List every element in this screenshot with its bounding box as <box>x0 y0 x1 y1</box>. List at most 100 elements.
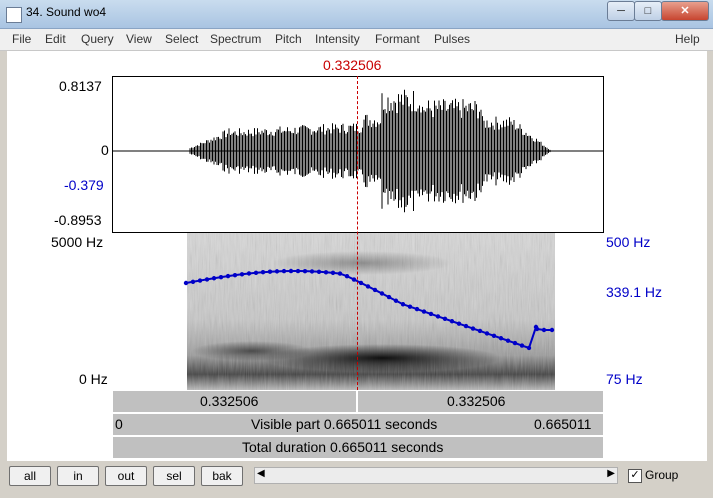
pitch-point <box>470 326 476 331</box>
pitch-point <box>218 274 224 280</box>
waveform-pane[interactable] <box>112 76 604 233</box>
pitch-point <box>281 268 287 274</box>
all-button[interactable]: all <box>9 466 51 486</box>
horizontal-scrollbar[interactable]: ◀ ▶ <box>254 467 618 484</box>
pitch-point <box>400 302 406 307</box>
pitch-point <box>197 278 203 283</box>
menu-bar: File Edit Query View Select Spectrum Pit… <box>0 29 713 51</box>
menu-view[interactable]: View <box>126 32 152 46</box>
pitch-point <box>519 343 525 348</box>
pitch-point <box>484 331 490 336</box>
pitch-point <box>505 338 511 343</box>
window-title: 34. Sound wo4 <box>26 5 107 19</box>
pitch-point <box>477 328 483 334</box>
menu-pulses[interactable]: Pulses <box>434 32 470 46</box>
menu-query[interactable]: Query <box>81 32 114 46</box>
pitch-point <box>435 314 441 319</box>
pitch-point <box>491 333 497 339</box>
pitch-point <box>246 271 252 276</box>
waveform-zero-label: 0 <box>101 142 109 158</box>
app-icon <box>6 7 22 23</box>
pitch-point <box>534 326 540 332</box>
cursor-line <box>357 76 358 390</box>
pitch-point <box>498 336 504 341</box>
cursor-time-label: 0.332506 <box>323 57 382 73</box>
waveform-cursor-value-label: -0.379 <box>64 177 104 193</box>
sound-editor[interactable]: 0.332506 0.8137 0 -0.379 -0.8953 5000 Hz… <box>7 51 707 461</box>
menu-file[interactable]: File <box>12 32 31 46</box>
pitch-point <box>232 272 238 278</box>
time-bar-right[interactable]: 0.332506 <box>357 390 604 413</box>
pitch-min-label: 75 Hz <box>606 371 643 387</box>
pitch-point <box>526 345 532 351</box>
pitch-point <box>407 304 413 309</box>
scroll-right-icon[interactable]: ▶ <box>607 468 615 479</box>
pitch-point <box>442 316 448 322</box>
menu-spectrum[interactable]: Spectrum <box>210 32 261 46</box>
pitch-point <box>323 270 329 275</box>
title-bar: 34. Sound wo4 ─ □ ✕ <box>0 0 713 29</box>
time-bar-left[interactable]: 0.332506 <box>112 390 357 413</box>
pitch-point <box>351 277 357 282</box>
zoom-selection-button[interactable]: sel <box>153 466 195 486</box>
pitch-point <box>309 269 315 274</box>
maximize-button[interactable]: □ <box>634 1 662 21</box>
visible-part-bar[interactable]: 0 Visible part 0.665011 seconds 0.665011 <box>112 413 604 436</box>
pitch-point <box>386 294 392 300</box>
spectrogram-max-freq-label: 5000 Hz <box>51 234 104 250</box>
pitch-point <box>225 273 231 279</box>
menu-formant[interactable]: Formant <box>375 32 420 46</box>
spectrogram-pane[interactable] <box>112 233 604 390</box>
pitch-point <box>302 268 308 274</box>
spectrogram-formant-dark-2 <box>192 341 312 361</box>
menu-edit[interactable]: Edit <box>45 32 66 46</box>
pitch-max-label: 500 Hz <box>606 234 651 250</box>
pitch-point <box>190 279 196 284</box>
pitch-point <box>463 323 469 329</box>
pitch-point <box>449 319 455 324</box>
pitch-point <box>330 270 336 276</box>
pitch-point <box>512 340 518 346</box>
pitch-point <box>393 298 399 303</box>
pitch-point <box>295 268 301 274</box>
zoom-back-button[interactable]: bak <box>201 466 243 486</box>
menu-help[interactable]: Help <box>675 32 700 46</box>
pitch-point <box>372 287 378 293</box>
zoom-out-button[interactable]: out <box>105 466 147 486</box>
pitch-point <box>211 276 217 281</box>
visible-part-label: Visible part 0.665011 seconds <box>251 416 438 432</box>
minimize-button[interactable]: ─ <box>607 1 635 21</box>
pitch-point <box>253 270 259 275</box>
pitch-value-label: 339.1 Hz <box>606 284 663 300</box>
pitch-point <box>344 274 350 279</box>
waveform-min-label: -0.8953 <box>54 212 102 228</box>
pitch-point <box>421 309 427 314</box>
pitch-point <box>316 269 322 274</box>
pitch-point <box>239 272 245 277</box>
menu-pitch[interactable]: Pitch <box>275 32 302 46</box>
pitch-point <box>541 327 547 333</box>
close-button[interactable]: ✕ <box>661 1 709 21</box>
pitch-point <box>274 269 280 274</box>
pitch-point <box>549 327 555 333</box>
visible-end-label: 0.665011 <box>534 416 592 432</box>
menu-select[interactable]: Select <box>165 32 198 46</box>
menu-intensity[interactable]: Intensity <box>315 32 360 46</box>
pitch-point <box>337 271 343 276</box>
pitch-point <box>288 268 294 274</box>
pitch-point <box>358 280 364 286</box>
pitch-point <box>456 321 462 326</box>
group-checkbox[interactable]: ✓ <box>628 469 642 483</box>
time-bar-left-label: 0.332506 <box>200 393 259 409</box>
spectrogram-min-freq-label: 0 Hz <box>79 371 108 387</box>
pitch-point <box>260 270 266 275</box>
pitch-point <box>428 311 434 317</box>
pitch-point <box>379 291 385 296</box>
pitch-point <box>414 306 420 312</box>
zoom-in-button[interactable]: in <box>57 466 99 486</box>
group-label: Group <box>645 468 679 482</box>
total-duration-bar[interactable]: Total duration 0.665011 seconds <box>112 436 604 459</box>
scroll-left-icon[interactable]: ◀ <box>257 468 265 479</box>
visible-start-label: 0 <box>115 416 123 432</box>
pitch-point <box>183 280 189 286</box>
